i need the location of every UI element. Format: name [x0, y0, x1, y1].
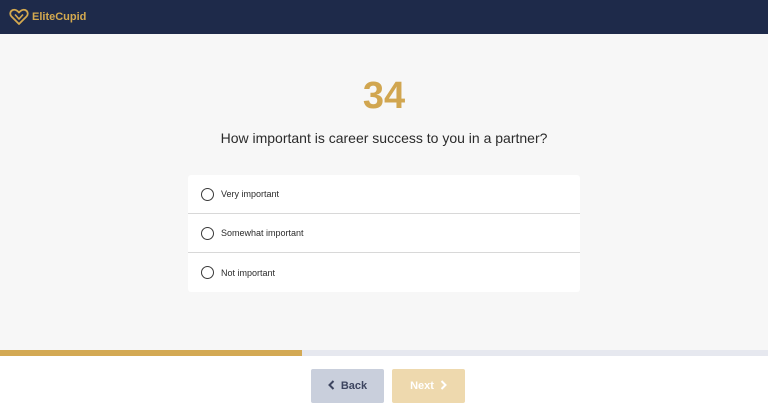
next-label: Next [410, 380, 434, 392]
heart-icon [9, 8, 29, 26]
top-navbar: EliteCupid [0, 0, 768, 34]
radio-button[interactable] [201, 266, 214, 279]
option-somewhat-important[interactable]: Somewhat important [188, 214, 580, 253]
chevron-left-icon [327, 379, 335, 393]
option-label: Somewhat important [221, 228, 304, 238]
question-text: How important is career success to you i… [220, 130, 548, 146]
radio-button[interactable] [201, 187, 214, 201]
option-label: Not important [221, 267, 276, 278]
footer-nav: Back Next [0, 356, 768, 415]
answer-options: Very important Somewhat important Not im… [188, 175, 580, 292]
question-number: 34 [362, 75, 406, 117]
next-button[interactable]: Next [392, 369, 465, 403]
option-not-important[interactable]: Not important [188, 253, 580, 292]
brand-name[interactable]: EliteCupid [32, 11, 86, 23]
radio-button[interactable] [201, 226, 214, 240]
back-button[interactable]: Back [311, 369, 384, 403]
option-very-important[interactable]: Very important [188, 175, 580, 214]
back-label: Back [340, 380, 368, 392]
option-label: Very important [221, 189, 280, 199]
chevron-right-icon [440, 379, 447, 393]
